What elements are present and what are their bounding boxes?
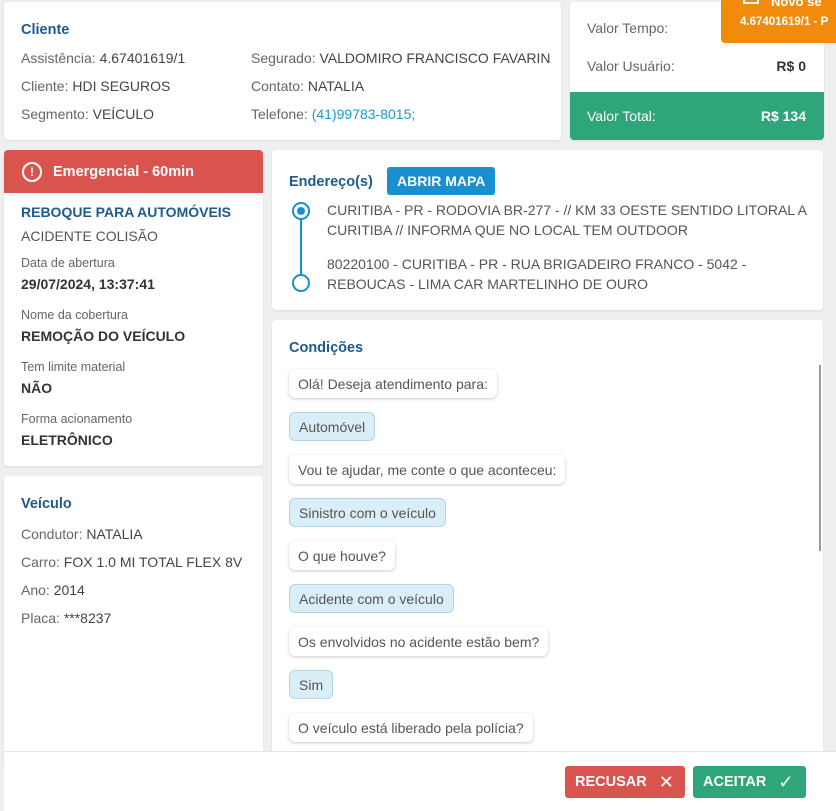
valor-total-value: R$ 134: [760, 108, 806, 124]
condutor-value: NATALIA: [86, 526, 143, 542]
novo-servico-badge[interactable]: Novo se 4.67401619/1 - P: [721, 0, 836, 43]
service-name: REBOQUE PARA AUTOMÓVEIS: [21, 204, 232, 220]
carro-field: Carro: FOX 1.0 MI TOTAL FLEX 8V: [21, 554, 242, 570]
aceitar-button[interactable]: ACEITAR ✓: [693, 766, 806, 798]
chat-message-user: Automóvel: [289, 412, 376, 441]
cliente-title: Cliente: [21, 22, 70, 38]
destination-marker-icon: [292, 274, 310, 292]
valor-tempo-label: Valor Tempo:: [587, 20, 669, 36]
segmento-field: Segmento: VEÍCULO: [21, 106, 154, 122]
action-footer: RECUSAR ✕ ACEITAR ✓: [4, 751, 836, 811]
forma-value: ELETRÔNICO: [21, 432, 113, 448]
placa-field: Placa: ***8237: [21, 610, 111, 626]
alert-icon: !: [22, 161, 42, 182]
chat-message-user: Acidente com o veículo: [289, 584, 454, 613]
valor-usuario-label: Valor Usuário:: [587, 58, 675, 74]
chat-scrollbar[interactable]: [819, 365, 821, 551]
carro-value: FOX 1.0 MI TOTAL FLEX 8V: [63, 554, 243, 570]
cobertura-label: Nome da cobertura: [21, 308, 129, 322]
chat-message-bot: Vou te ajudar, me conte o que aconteceu:: [289, 455, 566, 484]
telefone-label: Telefone:: [251, 106, 308, 122]
valor-usuario-value: R$ 0: [776, 58, 806, 74]
segmento-label: Segmento:: [21, 106, 89, 122]
cliente-value: HDI SEGUROS: [72, 78, 171, 94]
placa-value: ***8237: [63, 610, 112, 626]
chat-message-bot: Olá! Deseja atendimento para:: [289, 369, 497, 398]
aceitar-label: ACEITAR: [703, 774, 767, 790]
assistencia-label: Assistência:: [21, 50, 96, 66]
condicoes-title: Condições: [289, 340, 364, 356]
placa-label: Placa:: [21, 610, 60, 626]
address-origin: CURITIBA - PR - RODOVIA BR-277 - // KM 3…: [327, 202, 807, 238]
chat-message-bot: O que houve?: [289, 541, 395, 570]
close-icon: ✕: [658, 771, 674, 792]
recusar-button[interactable]: RECUSAR ✕: [565, 766, 685, 798]
carro-label: Carro:: [21, 554, 60, 570]
segurado-value: VALDOMIRO FRANCISCO FAVARIN: [319, 50, 551, 66]
veiculo-title: Veículo: [21, 496, 72, 512]
ano-label: Ano:: [21, 582, 50, 598]
veiculo-card: Veículo Condutor: NATALIA Carro: FOX 1.0…: [4, 476, 263, 766]
service-cause: ACIDENTE COLISÃO: [21, 228, 158, 244]
assistencia-value: 4.67401619/1: [99, 50, 186, 66]
ano-field: Ano: 2014: [21, 582, 85, 598]
chat-message-user: Sinistro com o veículo: [289, 498, 446, 527]
condutor-label: Condutor:: [21, 526, 83, 542]
valor-total-label: Valor Total:: [587, 108, 656, 124]
telefone-link[interactable]: (41)99783-8015;: [312, 106, 416, 122]
limite-value: NÃO: [21, 380, 53, 396]
contato-field: Contato: NATALIA: [251, 78, 364, 94]
abertura-value: 29/07/2024, 13:37:41: [21, 276, 155, 292]
inbox-icon: [743, 0, 759, 4]
telefone-field: Telefone: (41)99783-8015;: [251, 106, 415, 122]
endereco-card: Endereço(s) ABRIR MAPA CURITIBA - PR - R…: [272, 150, 823, 310]
cliente-card: Cliente Assistência: 4.67401619/1 Client…: [4, 2, 561, 140]
abertura-label: Data de abertura: [21, 256, 115, 270]
valor-usuario-row: Valor Usuário: R$ 0: [570, 47, 824, 85]
valor-total-row: Valor Total: R$ 134: [570, 92, 824, 140]
recusar-label: RECUSAR: [575, 774, 647, 790]
route-line: [300, 220, 302, 276]
chat-message-bot: Os envolvidos no acidente estão bem?: [289, 627, 549, 656]
cliente-field: Cliente: HDI SEGUROS: [21, 78, 170, 94]
forma-label: Forma acionamento: [21, 412, 133, 426]
cliente-label: Cliente:: [21, 78, 69, 94]
servico-card: ! Emergencial - 60min REBOQUE PARA AUTOM…: [4, 150, 263, 466]
chat-message-user: Sim: [289, 670, 334, 699]
emergency-banner: ! Emergencial - 60min: [4, 150, 263, 193]
check-icon: ✓: [778, 771, 794, 792]
abrir-mapa-button[interactable]: ABRIR MAPA: [387, 167, 496, 195]
segmento-value: VEÍCULO: [92, 106, 155, 122]
novo-servico-subtitle: 4.67401619/1 - P: [740, 16, 829, 28]
limite-label: Tem limite material: [21, 360, 126, 374]
origin-marker-icon: [292, 202, 310, 220]
contato-label: Contato:: [251, 78, 304, 94]
contato-value: NATALIA: [307, 78, 365, 94]
address-destination: 80220100 - CURITIBA - PR - RUA BRIGADEIR…: [327, 256, 747, 292]
condicoes-card: Condições Olá! Deseja atendimento para: …: [272, 320, 823, 766]
cobertura-value: REMOÇÃO DO VEÍCULO: [21, 328, 186, 344]
chat-message-bot: O veículo está liberado pela polícia?: [289, 713, 533, 742]
segurado-field: Segurado: VALDOMIRO FRANCISCO FAVARIN: [251, 50, 551, 66]
novo-servico-title: Novo se: [771, 0, 822, 9]
ano-value: 2014: [53, 582, 85, 598]
assistencia-field: Assistência: 4.67401619/1: [21, 50, 185, 66]
segurado-label: Segurado:: [251, 50, 316, 66]
endereco-title: Endereço(s): [289, 174, 373, 190]
condutor-field: Condutor: NATALIA: [21, 526, 143, 542]
emergency-label: Emergencial - 60min: [53, 163, 195, 180]
